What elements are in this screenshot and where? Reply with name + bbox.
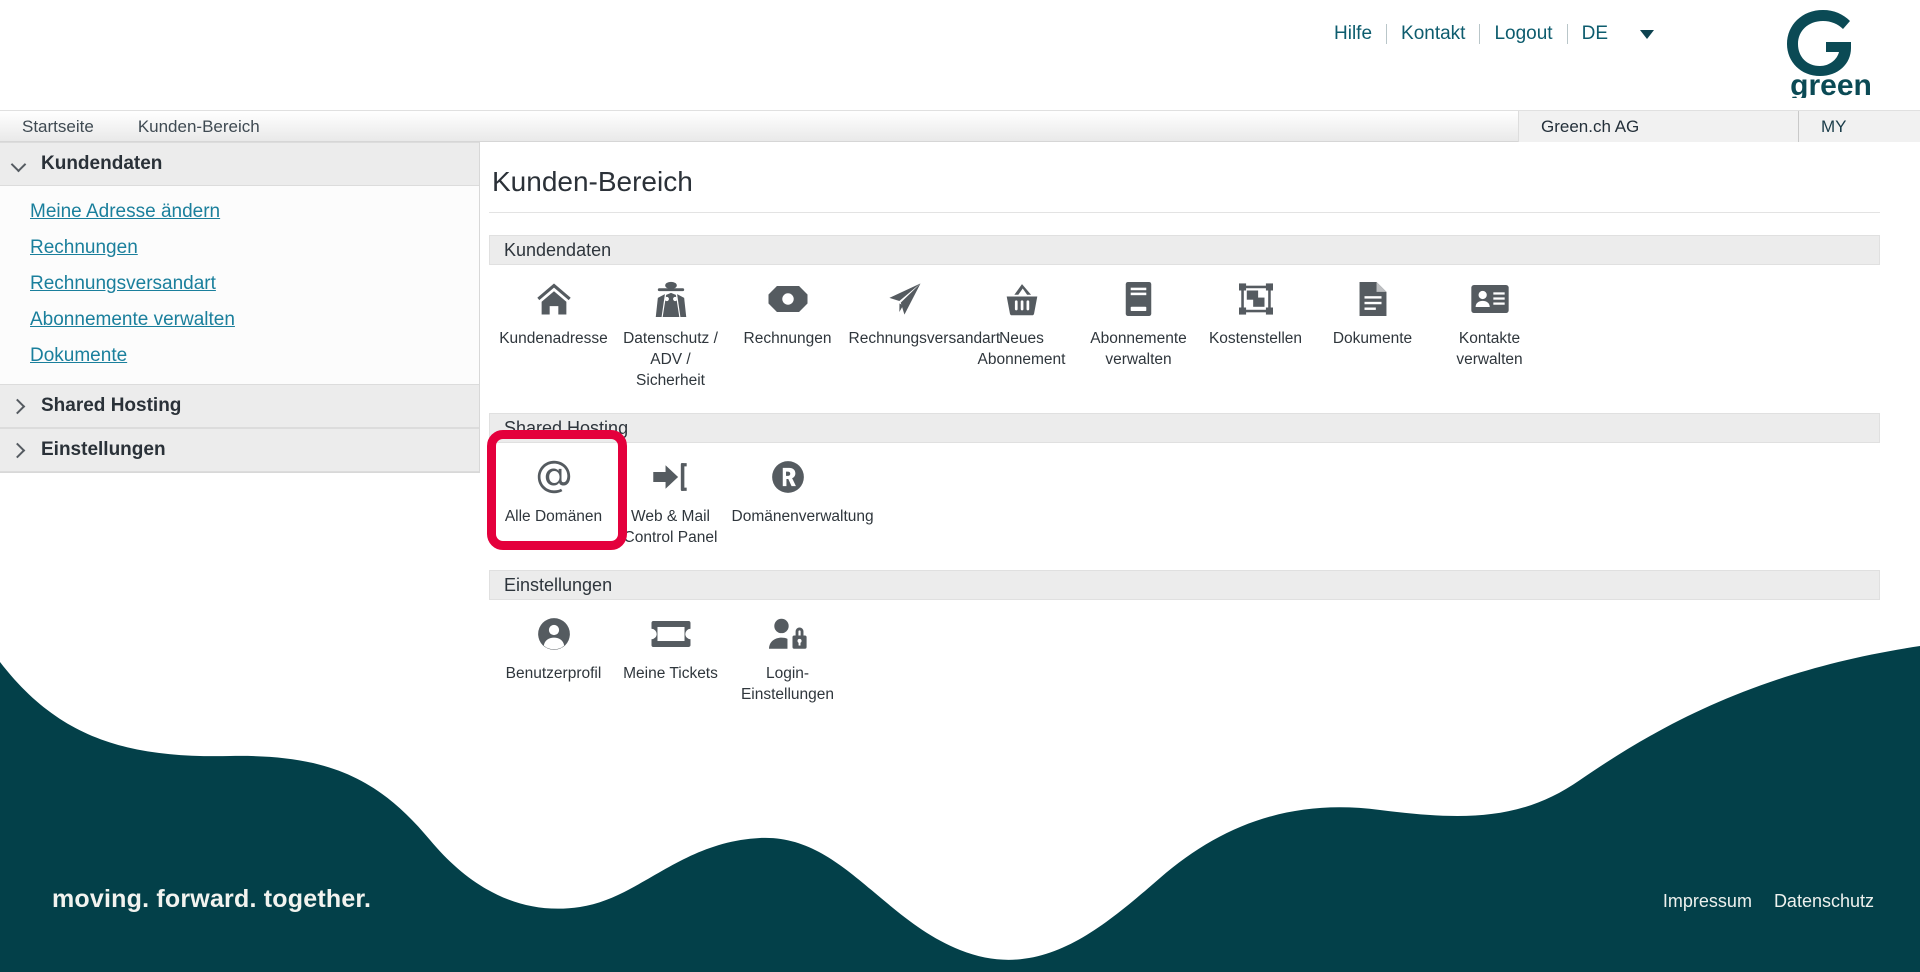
breadcrumb-item-startseite[interactable]: Startseite: [0, 111, 116, 142]
tile-grid: Alle Domänen Web & Mail Control Panel Do…: [489, 443, 1880, 548]
nav-link-logout[interactable]: Logout: [1480, 22, 1566, 46]
breadcrumb: Startseite Kunden-Bereich: [0, 111, 282, 142]
sidebar-item-dokumente[interactable]: Dokumente: [0, 338, 479, 374]
main-content: Kunden-Bereich Kundendaten Kundenadresse…: [489, 142, 1920, 705]
sidebar: Kundendaten Meine Adresse ändern Rechnun…: [0, 142, 480, 473]
section-header: Einstellungen: [489, 570, 1880, 600]
tile-label: Alle Domänen: [505, 506, 602, 527]
file-lines-icon: [1359, 279, 1387, 319]
tile-label: Datenschutz / ADV / Sicherheit: [615, 328, 727, 391]
tile-label: Abonnemente verwalten: [1083, 328, 1195, 370]
sidebar-group-label: Einstellungen: [41, 439, 166, 461]
money-bill-icon: [768, 279, 808, 319]
footer-link-impressum[interactable]: Impressum: [1663, 891, 1752, 912]
chevron-down-icon[interactable]: [1640, 30, 1654, 39]
sidebar-item-rechnungsversandart[interactable]: Rechnungsversandart: [0, 266, 479, 302]
id-card-icon: [1471, 279, 1509, 319]
tile-label: Neues Abonnement: [966, 328, 1078, 370]
tile-rechnungsversandart[interactable]: Rechnungsversandart: [846, 279, 963, 349]
chevron-down-icon: [11, 156, 27, 172]
at-icon: [536, 457, 572, 497]
tile-web-mail-control-panel[interactable]: Web & Mail Control Panel: [612, 457, 729, 548]
chevron-right-icon: [11, 398, 27, 414]
page-root: Hilfe Kontakt Logout DE green Startse: [0, 0, 1920, 972]
customer-name[interactable]: Green.ch AG: [1518, 111, 1798, 142]
footer-links: Impressum Datenschutz: [1663, 891, 1874, 912]
tile-alle-domaenen[interactable]: Alle Domänen: [495, 457, 612, 527]
tile-label: Web & Mail Control Panel: [615, 506, 727, 548]
breadcrumb-item-kunden-bereich[interactable]: Kunden-Bereich: [116, 111, 282, 142]
section-header: Shared Hosting: [489, 413, 1880, 443]
tile-rechnungen[interactable]: Rechnungen: [729, 279, 846, 349]
sidebar-group-label: Kundendaten: [41, 153, 162, 175]
tile-label: Rechnungsversandart: [849, 328, 961, 349]
sidebar-item-abonnemente-verwalten[interactable]: Abonnemente verwalten: [0, 302, 479, 338]
tile-label: Kundenadresse: [499, 328, 608, 349]
language-current[interactable]: DE: [1568, 22, 1622, 46]
logo-wordmark: green: [1790, 69, 1872, 98]
sidebar-group-einstellungen[interactable]: Einstellungen: [0, 428, 479, 472]
top-bar: Hilfe Kontakt Logout DE green: [0, 0, 1920, 110]
chevron-right-icon: [11, 442, 27, 458]
language-selector[interactable]: DE: [1568, 22, 1658, 46]
tab-my[interactable]: MY: [1798, 111, 1920, 142]
book-icon: [1125, 279, 1152, 319]
object-group-icon: [1239, 279, 1273, 319]
registered-icon: [771, 457, 805, 497]
footer-claim: moving. forward. together.: [52, 885, 371, 914]
tile-label: Kostenstellen: [1209, 328, 1302, 349]
section-kundendaten: Kundendaten Kundenadresse Datenschutz / …: [489, 235, 1880, 391]
tile-abonnemente-verwalten[interactable]: Abonnemente verwalten: [1080, 279, 1197, 370]
basket-icon: [1005, 279, 1039, 319]
tile-label: Rechnungen: [744, 328, 832, 349]
footer: moving. forward. together. Impressum Dat…: [0, 852, 1920, 972]
paper-plane-icon: [887, 279, 923, 319]
section-header: Kundendaten: [489, 235, 1880, 265]
tile-label: Domänenverwaltung: [732, 506, 844, 527]
tile-kundenadresse[interactable]: Kundenadresse: [495, 279, 612, 349]
tile-dokumente[interactable]: Dokumente: [1314, 279, 1431, 349]
sign-in-icon: [653, 457, 689, 497]
sidebar-group-label: Shared Hosting: [41, 395, 181, 417]
green-logo[interactable]: green: [1776, 6, 1886, 98]
nav-link-kontakt[interactable]: Kontakt: [1387, 22, 1479, 46]
tile-domaenenverwaltung[interactable]: Domänenverwaltung: [729, 457, 846, 527]
tile-label: Kontakte verwalten: [1434, 328, 1546, 370]
tile-kostenstellen[interactable]: Kostenstellen: [1197, 279, 1314, 349]
tile-datenschutz-adv-sicherheit[interactable]: Datenschutz / ADV / Sicherheit: [612, 279, 729, 391]
section-shared-hosting: Shared Hosting Alle Domänen Web & Mail C…: [489, 413, 1880, 548]
sidebar-group-shared-hosting[interactable]: Shared Hosting: [0, 384, 479, 428]
breadcrumb-bar: Startseite Kunden-Bereich Green.ch AG MY: [0, 110, 1920, 142]
tile-kontakte-verwalten[interactable]: Kontakte verwalten: [1431, 279, 1548, 370]
tile-label: Dokumente: [1333, 328, 1412, 349]
tile-grid: Kundenadresse Datenschutz / ADV / Sicher…: [489, 265, 1880, 391]
home-icon: [535, 279, 573, 319]
top-navigation: Hilfe Kontakt Logout DE: [1320, 22, 1658, 46]
sidebar-item-meine-adresse-aendern[interactable]: Meine Adresse ändern: [0, 194, 479, 230]
sidebar-item-rechnungen[interactable]: Rechnungen: [0, 230, 479, 266]
sidebar-links-kundendaten: Meine Adresse ändern Rechnungen Rechnung…: [0, 186, 479, 384]
page-title: Kunden-Bereich: [489, 142, 1880, 213]
nav-link-hilfe[interactable]: Hilfe: [1320, 22, 1386, 46]
spy-icon: [654, 279, 688, 319]
sidebar-group-kundendaten[interactable]: Kundendaten: [0, 142, 479, 186]
breadcrumb-right: Green.ch AG MY: [1518, 111, 1920, 142]
footer-link-datenschutz[interactable]: Datenschutz: [1774, 891, 1874, 912]
tile-neues-abonnement[interactable]: Neues Abonnement: [963, 279, 1080, 370]
